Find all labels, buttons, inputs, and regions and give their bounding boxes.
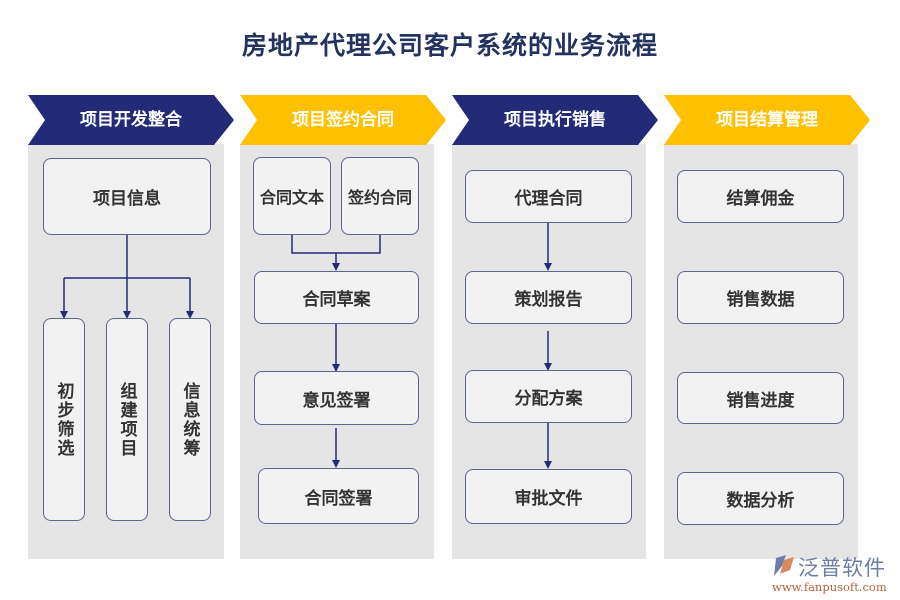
logo-url: www.fanpusoft.com [772,580,887,594]
stage-3-header: 项目执行销售 [452,95,658,145]
node-settle-commission: 结算佣金 [677,170,844,223]
stage-2-header: 项目签约合同 [240,95,446,145]
node-planning-report: 策划报告 [465,271,632,324]
logo-name: 泛普软件 [798,556,886,580]
node-project-info: 项目信息 [43,158,211,235]
node-opinion-signing: 意见签署 [254,371,419,425]
stage-1-label: 项目开发整合 [80,110,182,130]
stage-1-header: 项目开发整合 [28,95,234,145]
node-sign-contract: 签约合同 [341,157,419,235]
node-sales-data: 销售数据 [677,271,844,324]
node-contract-draft: 合同草案 [254,271,419,324]
page-title: 房地产代理公司客户系统的业务流程 [241,31,658,60]
node-agency-contract: 代理合同 [465,170,632,223]
node-info-coordination: 信息统筹 [169,318,211,521]
node-allocation-plan: 分配方案 [465,370,632,423]
node-initial-screening: 初步筛选 [43,318,85,521]
logo-icon [774,555,794,576]
node-sales-progress: 销售进度 [677,372,844,424]
stage-4-label: 项目结算管理 [716,110,818,130]
node-contract-text: 合同文本 [253,157,331,235]
node-build-project: 组建项目 [106,318,148,521]
node-approval-documents: 审批文件 [465,469,632,524]
stage-4-header: 项目结算管理 [664,95,870,145]
stage-3-label: 项目执行销售 [504,110,606,130]
node-contract-signing: 合同签署 [258,468,419,524]
stage-2-label: 项目签约合同 [292,110,394,130]
node-data-analysis: 数据分析 [677,472,844,525]
